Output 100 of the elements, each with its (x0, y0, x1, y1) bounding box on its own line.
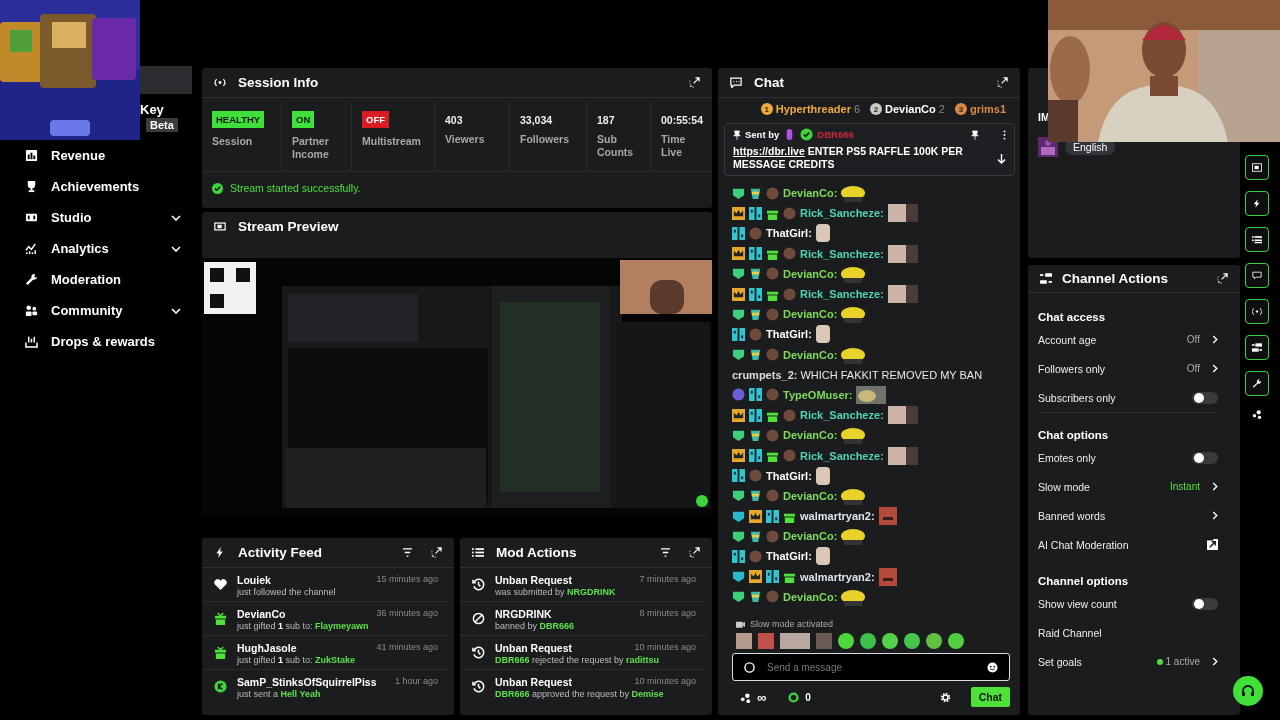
setting-value: Off (1186, 363, 1200, 374)
timestamp: 7 minutes ago (639, 574, 696, 586)
status-badge: ON (292, 111, 315, 128)
user-name: ThatGirl: (766, 469, 812, 482)
stat-label: Multistream (362, 135, 421, 148)
stat-label: Time Live (661, 133, 687, 159)
user-name: DBR666 (817, 129, 854, 140)
leader-name: Hyperthreader (775, 103, 851, 115)
action-title: Unban Request (495, 676, 572, 688)
panel-title: Mod Actions (496, 545, 578, 560)
setting-label[interactable]: Account age (1038, 333, 1179, 346)
points-value: ∞ (757, 689, 767, 705)
action-detail: was submitted by NRGDRINK (495, 587, 617, 597)
panel-title: Channel Actions (1062, 271, 1169, 286)
setting-value: Off (1186, 334, 1200, 345)
user-name: Rick_Sancheze: (800, 409, 884, 422)
status-badge: OFF (362, 111, 389, 128)
user-name: DevianCo: (783, 489, 838, 502)
user-name: HughJasole (237, 642, 297, 654)
user-name: crumpets_2: (732, 368, 798, 381)
activity-detail: just gifted 1 sub to: ZukStake (237, 655, 357, 665)
sidebar-item[interactable]: Achievements (0, 171, 195, 202)
rank-badge: 1 (760, 103, 773, 115)
timestamp: 41 minutes ago (376, 642, 438, 654)
sidebar-item[interactable]: Studio (0, 202, 195, 233)
action-detail: banned by DBR666 (495, 621, 576, 631)
action-title: Unban Request (495, 642, 572, 654)
setting-label[interactable]: AI Chat Moderation (1038, 538, 1199, 551)
leader-count: 2 (938, 103, 945, 115)
panel-title: Session Info (238, 75, 320, 90)
chat-notice: Slow mode activated (750, 619, 834, 629)
user-name: Rick_Sancheze: (800, 288, 884, 301)
user-name: TypeOMuser: (783, 388, 853, 401)
activity-detail: just followed the channel (237, 587, 337, 597)
section-title: Channel options (1038, 575, 1129, 587)
sidebar-item[interactable]: Community (0, 295, 195, 326)
stat-value: 187 (597, 114, 615, 126)
message-input[interactable]: Send a message (732, 653, 1010, 681)
user-name: Rick_Sancheze: (800, 449, 884, 462)
chat-button[interactable]: Chat (970, 687, 1010, 707)
user-name: ThatGirl: (766, 328, 812, 341)
user-name: walmartryan2: (800, 510, 875, 523)
panel-title: Activity Feed (238, 545, 324, 560)
user-name: DevianCo: (783, 187, 838, 200)
setting-value: 1 active (1165, 656, 1200, 667)
section-title: Chat access (1038, 311, 1106, 323)
setting-label[interactable]: Emotes only (1038, 451, 1184, 464)
user-name: DevianCo (237, 608, 286, 620)
rank-badge: 3 (954, 103, 967, 115)
user-name: DevianCo: (783, 429, 838, 442)
user-name: DevianCo: (783, 348, 838, 361)
pinned-label: Sent by (745, 129, 780, 140)
timestamp: 10 minutes ago (634, 642, 696, 654)
setting-label[interactable]: Set goals (1038, 655, 1149, 668)
user-name: Rick_Sancheze: (800, 207, 884, 220)
activity-detail: just sent a Hell Yeah (237, 689, 322, 699)
setting-label[interactable]: Banned words (1038, 509, 1200, 522)
timestamp: 1 hour ago (394, 676, 438, 688)
setting-value: Instant (1169, 481, 1200, 492)
activity-detail: just gifted 1 sub to: Flaymeyawn (237, 621, 370, 631)
stat-label: Session (212, 135, 253, 148)
setting-label[interactable]: Raid Channel (1038, 626, 1218, 639)
setting-label[interactable]: Show view count (1038, 597, 1184, 610)
user-name: Rick_Sancheze: (800, 247, 884, 260)
setting-label[interactable]: Slow mode (1038, 480, 1162, 493)
panel-title: Chat (754, 75, 785, 90)
action-detail: DBR666 rejected the request by radittsu (495, 655, 661, 665)
link[interactable]: https://dbr.live (733, 145, 805, 157)
action-title: NRGDRINK (495, 608, 552, 620)
message-text: WHICH FAKKIT REMOVED MY BAN (800, 368, 983, 381)
sidebar-item[interactable]: Moderation (0, 264, 195, 295)
timestamp: 36 minutes ago (376, 608, 438, 620)
action-detail: DBR666 approved the request by Demise (495, 689, 665, 699)
user-name: SamP_StinksOfSquirrelPiss (237, 676, 377, 688)
stat-label: Followers (520, 133, 569, 146)
sidebar-label[interactable]: Key (140, 102, 164, 117)
setting-label[interactable]: Followers only (1038, 362, 1179, 375)
timestamp: 10 minutes ago (634, 676, 696, 688)
pinned-text: https://dbr.live ENTER PS5 RAFFLE 100K PER MESSAGE CREDITS (733, 145, 964, 171)
success-message: Stream started successfully. (230, 182, 361, 194)
user-name: ThatGirl: (766, 550, 812, 563)
stat-value: 00:55:54 (661, 114, 704, 126)
stat-label: Sub Counts (597, 133, 635, 159)
sidebar-item[interactable]: Revenue (0, 140, 195, 171)
action-title: Unban Request (495, 574, 572, 586)
user-name: ThatGirl: (766, 227, 812, 240)
section-title: Chat options (1038, 429, 1109, 441)
setting-label[interactable]: Subscribers only (1038, 391, 1184, 404)
status-badge: HEALTHY (212, 111, 265, 128)
rank-badge: 2 (870, 103, 883, 115)
leader-count: 6 (853, 103, 861, 115)
timestamp: 15 minutes ago (376, 574, 438, 586)
coin-count: 0 (805, 691, 811, 703)
sidebar-item[interactable]: Drops & rewards (0, 326, 195, 357)
leader-name: DevianCo (885, 103, 936, 115)
stat-label: Partner Income (292, 135, 330, 161)
beta-badge: Beta (146, 117, 178, 132)
stat-value: 403 (445, 114, 463, 126)
panel-title: Stream Preview (238, 219, 340, 234)
sidebar-item[interactable]: Analytics (0, 233, 195, 264)
